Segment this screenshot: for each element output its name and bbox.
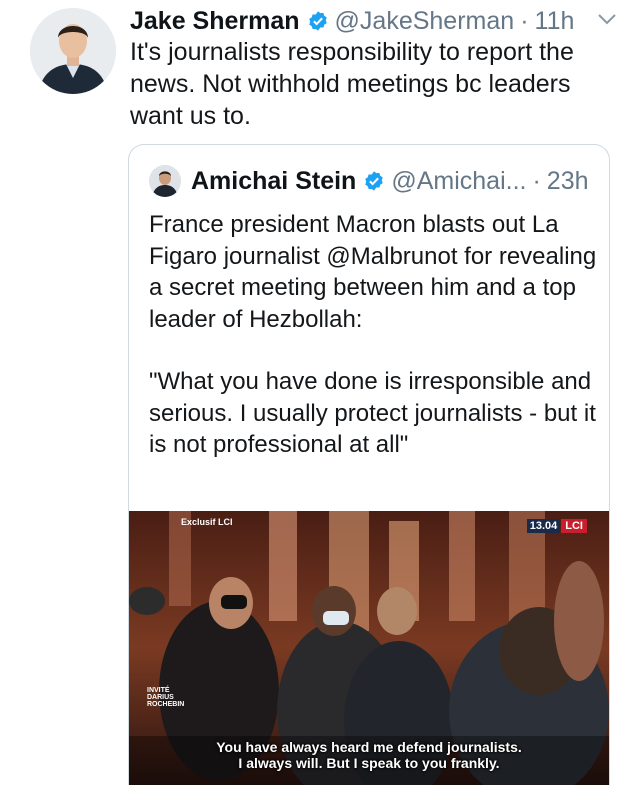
verified-badge-icon: [363, 170, 385, 192]
tweet-timestamp[interactable]: 11h: [535, 7, 575, 36]
caption-line: INVITÉ: [147, 687, 170, 694]
verified-badge-icon: [307, 10, 329, 32]
lower-third-caption: INVITÉ DARIUS ROCHEBIN: [147, 687, 184, 708]
tweet-header: Jake Sherman @JakeSherman · 11h: [130, 4, 600, 38]
video-subtitles: You have always heard me defend journali…: [129, 739, 609, 771]
separator-dot: ·: [520, 6, 529, 35]
video-overlay-label: Exclusif LCI: [181, 517, 233, 527]
author-name[interactable]: Jake Sherman: [130, 7, 300, 36]
quoted-tweet-timestamp[interactable]: 23h: [547, 167, 589, 196]
subtitle-line: You have always heard me defend journali…: [216, 739, 522, 755]
subtitle-line: I always will. But I speak to you frankl…: [238, 755, 500, 771]
quoted-author-handle[interactable]: @Amichai...: [391, 167, 526, 196]
chevron-down-icon[interactable]: [596, 10, 618, 28]
quoted-tweet-text: France president Macron blasts out La Fi…: [149, 209, 599, 461]
caption-line: DARIUS: [147, 694, 174, 701]
video-overlay-time: 13.04: [526, 519, 561, 533]
quoted-tweet-header: Amichai Stein @Amichai... · 23h: [149, 163, 589, 199]
quoted-author-name[interactable]: Amichai Stein: [191, 167, 356, 196]
quoted-text-quote: "What you have done is irresponsible and…: [149, 368, 596, 458]
tweet-text: It's journalists responsibility to repor…: [130, 38, 574, 130]
separator-dot: ·: [532, 166, 541, 195]
lci-logo: LCI: [561, 519, 587, 533]
caption-line: ROCHEBIN: [147, 701, 185, 708]
quoted-tweet-card[interactable]: Amichai Stein @Amichai... · 23h France p…: [128, 144, 610, 785]
video-player[interactable]: Exclusif LCI 13.04 LCI INVITÉ DARIUS ROC…: [129, 511, 609, 785]
quoted-text-paragraph: France president Macron blasts out La Fi…: [149, 211, 597, 333]
author-handle[interactable]: @JakeSherman: [335, 7, 515, 36]
quoted-author-avatar[interactable]: [149, 165, 181, 197]
author-avatar[interactable]: [30, 8, 116, 94]
lci-badge: 13.04 LCI: [526, 519, 587, 533]
